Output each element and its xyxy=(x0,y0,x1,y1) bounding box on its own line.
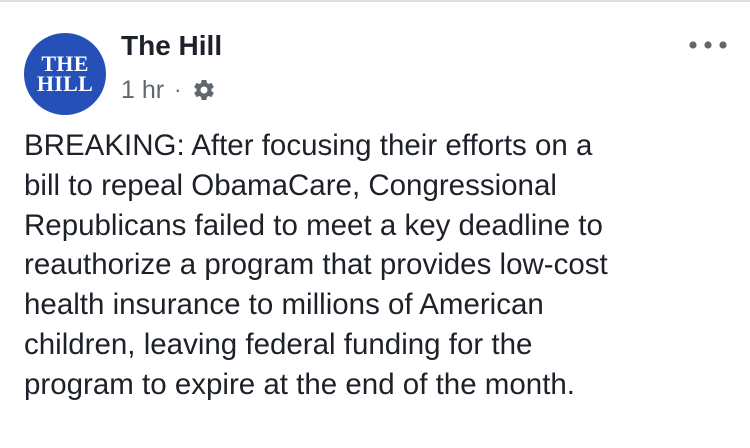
gear-icon[interactable] xyxy=(191,77,217,103)
post-card: THE HILL The Hill 1 hr · BREAKING: After… xyxy=(0,0,750,448)
post-meta: 1 hr · xyxy=(121,72,217,108)
gear-icon-graphic xyxy=(194,80,215,101)
avatar-logo-line-2: HILL xyxy=(36,71,94,96)
page-name-link[interactable]: The Hill xyxy=(121,28,222,64)
post-message: BREAKING: After focusing their efforts o… xyxy=(24,129,608,401)
post-timestamp[interactable]: 1 hr xyxy=(121,72,164,108)
page-avatar[interactable]: THE HILL xyxy=(24,33,106,115)
meta-separator: · xyxy=(174,77,182,102)
more-options-button[interactable] xyxy=(685,31,731,59)
more-options-icon xyxy=(689,41,727,49)
